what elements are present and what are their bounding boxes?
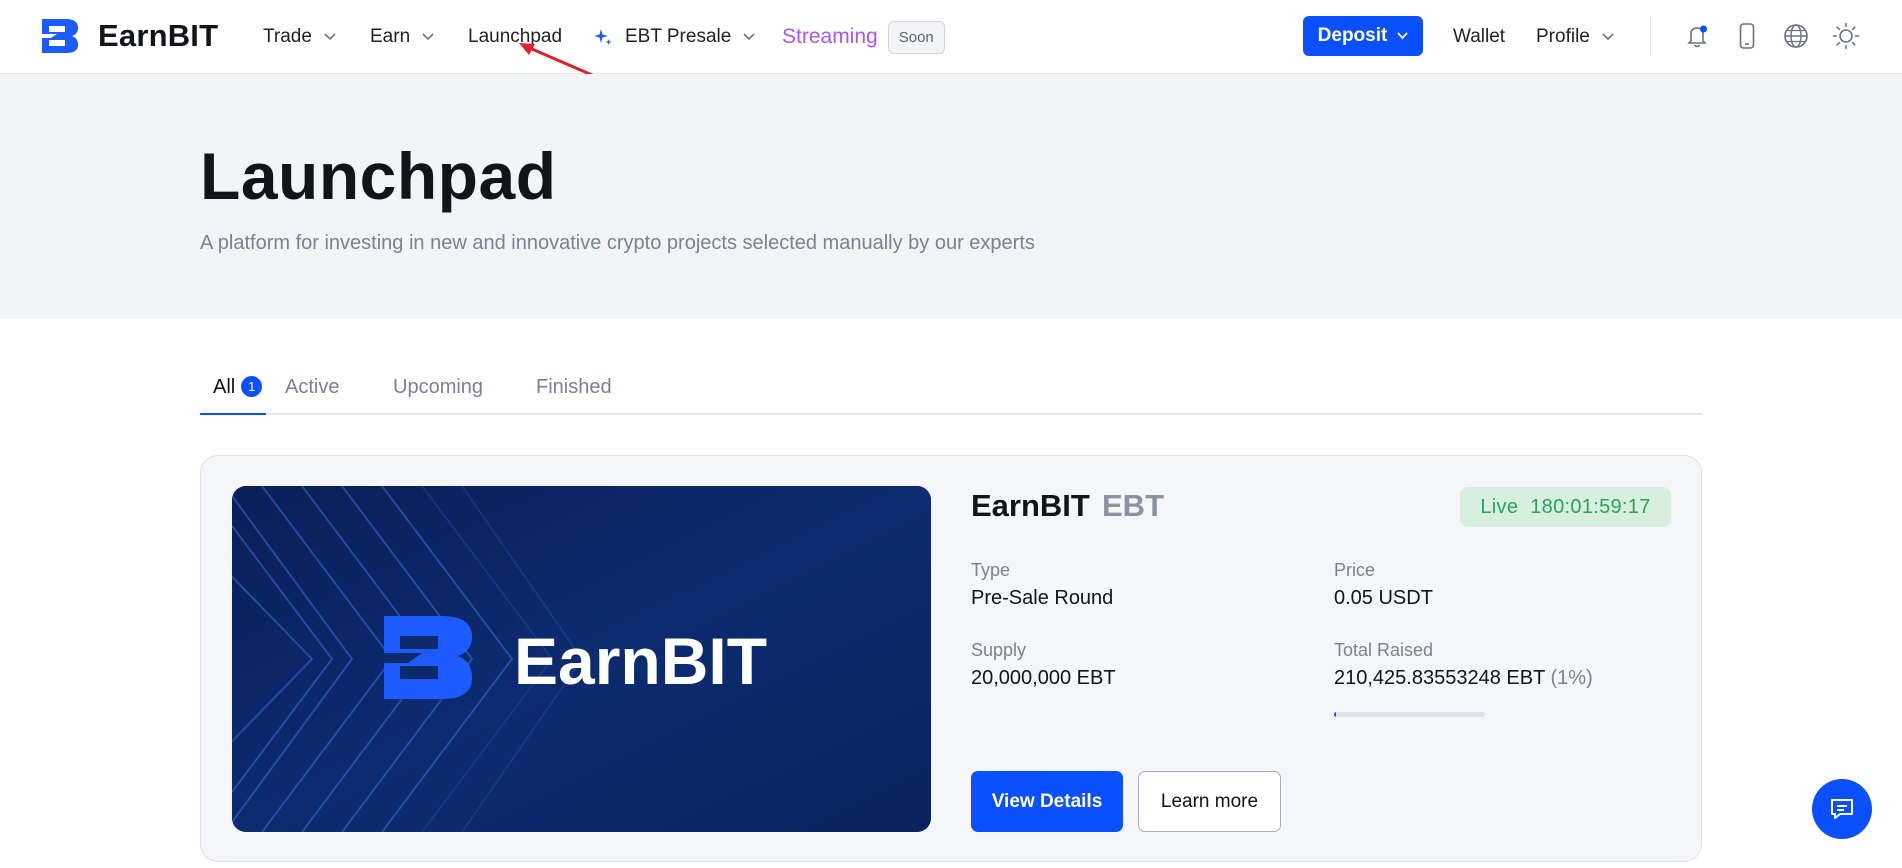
banner-graphic: EarnBIT: [232, 486, 931, 832]
learn-more-button[interactable]: Learn more: [1138, 771, 1281, 832]
support-chat-button[interactable]: [1812, 779, 1872, 839]
type-value: Pre-Sale Round: [971, 587, 1114, 609]
nav-profile-label: Profile: [1536, 26, 1590, 47]
total-raised-value: 210,425.83553248 EBT (1%): [1334, 667, 1593, 690]
sun-icon[interactable]: [1831, 21, 1861, 51]
nav-profile[interactable]: Profile: [1536, 0, 1614, 74]
tab-upcoming-label: Upcoming: [393, 376, 484, 398]
project-banner[interactable]: EarnBIT: [232, 486, 931, 832]
chevron-down-icon: [1602, 33, 1614, 41]
brand-logo[interactable]: EarnBIT: [40, 17, 218, 55]
supply-value: 20,000,000 EBT: [971, 667, 1116, 689]
nav-ebt-presale[interactable]: EBT Presale: [593, 0, 755, 74]
chat-icon: [1831, 799, 1853, 819]
tab-all-label: All: [213, 376, 236, 398]
total-raised-amount: 210,425.83553248 EBT: [1334, 667, 1545, 689]
nav-streaming-label: Streaming: [782, 25, 878, 48]
tab-all[interactable]: All 1: [213, 376, 263, 399]
page-subtitle: A platform for investing in new and inno…: [200, 232, 1035, 254]
chevron-down-icon: [1397, 32, 1409, 40]
active-tab-indicator: [200, 413, 266, 415]
total-raised-percent: (1%): [1550, 667, 1593, 689]
price-label: Price: [1334, 560, 1376, 580]
project-card: EarnBIT EarnBIT EBT Live 180:01:59:17 Ty…: [200, 455, 1702, 862]
nav-earn-label: Earn: [370, 26, 411, 47]
nav-streaming[interactable]: Streaming Soon: [782, 0, 945, 74]
page-title: Launchpad: [200, 139, 557, 213]
tab-active-label: Active: [285, 376, 340, 398]
top-header: EarnBIT Trade Earn Launchpad EBT Presale…: [0, 0, 1902, 74]
status-label: Live: [1480, 495, 1519, 518]
tab-all-count-badge: 1: [241, 376, 263, 397]
tab-finished-label: Finished: [536, 376, 612, 398]
nav-presale-label: EBT Presale: [625, 26, 732, 47]
banner-brand-text: EarnBIT: [514, 624, 767, 698]
view-details-button[interactable]: View Details: [971, 771, 1123, 832]
header-divider: [1650, 16, 1651, 56]
countdown-timer: 180:01:59:17: [1530, 495, 1651, 518]
filter-tabs: All 1 Active Upcoming Finished: [200, 370, 1702, 415]
mobile-icon[interactable]: [1732, 21, 1762, 51]
banner-logo-icon: [384, 616, 472, 699]
price-value: 0.05 USDT: [1334, 587, 1433, 609]
soon-badge: Soon: [887, 20, 945, 54]
live-status-badge: Live 180:01:59:17: [1460, 487, 1671, 527]
brand-name: EarnBIT: [98, 18, 219, 53]
supply-label: Supply: [971, 640, 1027, 660]
nav-trade[interactable]: Trade: [263, 0, 336, 74]
nav-wallet[interactable]: Wallet: [1453, 0, 1505, 74]
chevron-down-icon: [324, 33, 336, 41]
nav-trade-label: Trade: [263, 26, 312, 47]
deposit-label: Deposit: [1317, 25, 1388, 46]
tab-finished[interactable]: Finished: [536, 376, 612, 399]
chevron-down-icon: [422, 33, 434, 41]
earnbit-logo-icon: [42, 19, 78, 53]
project-name: EarnBIT: [971, 488, 1090, 523]
tab-upcoming[interactable]: Upcoming: [393, 376, 483, 399]
project-ticker: EBT: [1102, 488, 1164, 523]
bell-icon[interactable]: [1682, 21, 1712, 51]
chevron-down-icon: [743, 33, 755, 41]
type-label: Type: [971, 560, 1011, 580]
deposit-button[interactable]: Deposit: [1303, 16, 1423, 56]
globe-icon[interactable]: [1781, 21, 1811, 51]
nav-earn[interactable]: Earn: [370, 0, 434, 74]
raise-progress-fill: [1334, 712, 1336, 717]
total-raised-label: Total Raised: [1334, 640, 1434, 660]
nav-wallet-label: Wallet: [1453, 26, 1506, 47]
tab-active[interactable]: Active: [285, 376, 339, 399]
raise-progress-bar: [1334, 712, 1485, 717]
